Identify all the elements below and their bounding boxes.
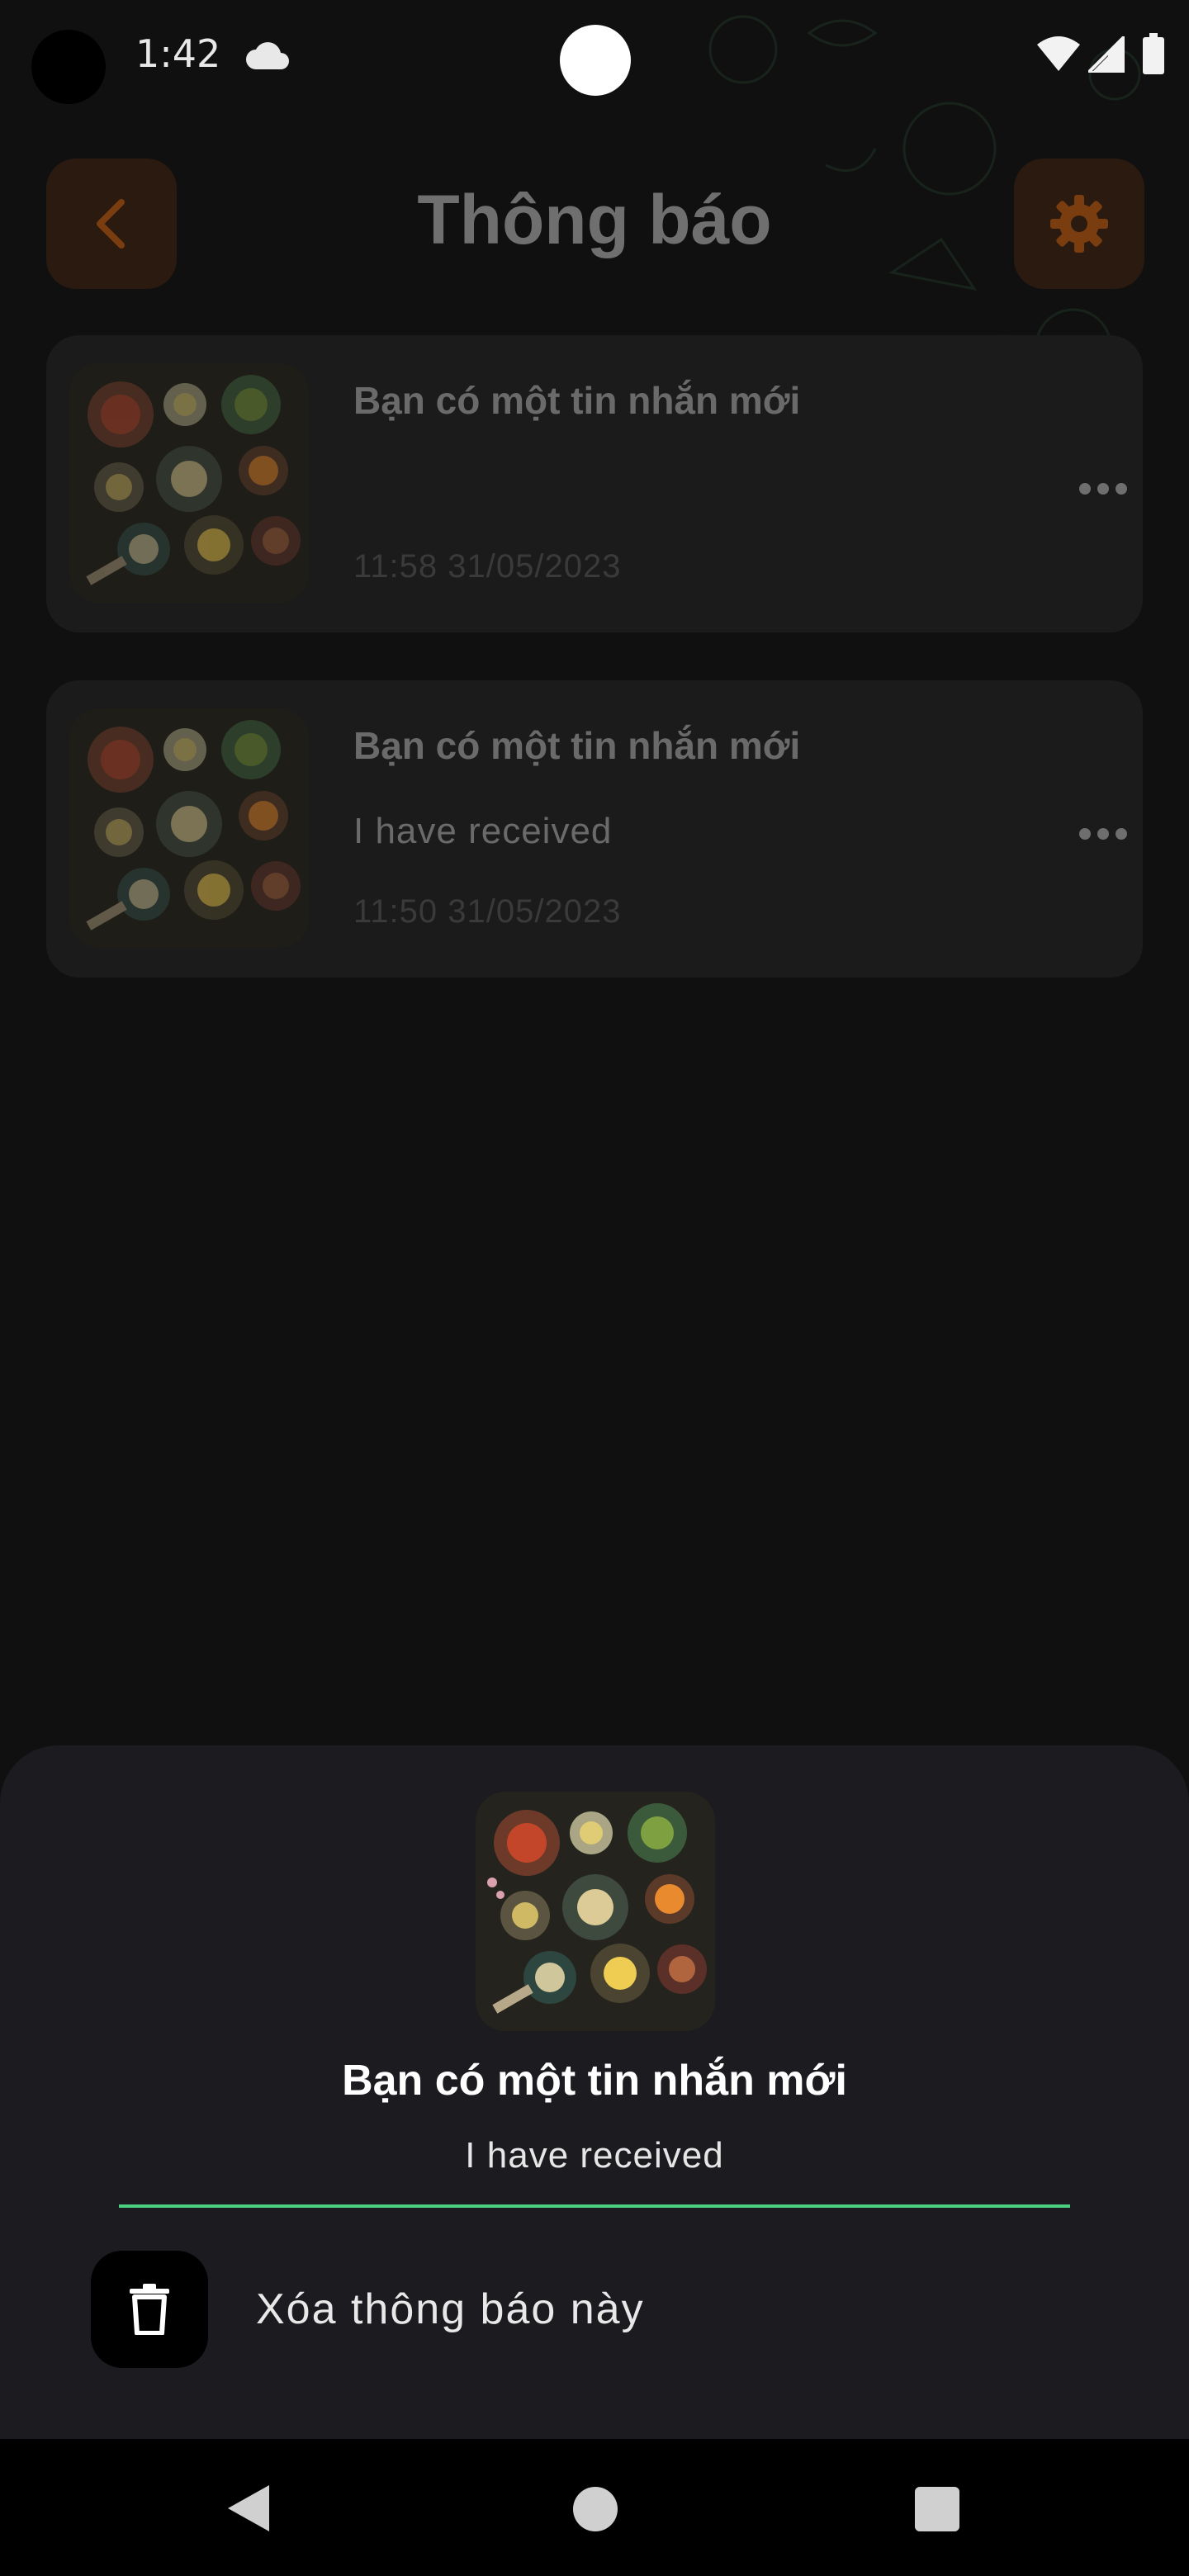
system-navigation-bar	[0, 2439, 1189, 2576]
cloud-icon	[246, 42, 289, 69]
trash-icon-container	[91, 2251, 208, 2368]
notification-body: I have received	[353, 811, 613, 851]
sheet-body: I have received	[465, 2135, 724, 2176]
page-title: Thông báo	[417, 181, 772, 258]
settings-button[interactable]	[1014, 159, 1144, 289]
notification-time: 11:50 31/05/2023	[353, 893, 622, 930]
nav-back-icon[interactable]	[225, 2484, 271, 2533]
notification-time: 11:58 31/05/2023	[353, 548, 622, 585]
trash-icon	[130, 2284, 169, 2335]
notification-card[interactable]: Bạn có một tin nhắn mới 11:58 31/05/2023	[46, 335, 1143, 632]
notification-thumbnail	[69, 708, 309, 948]
more-options-button[interactable]	[1070, 464, 1136, 514]
status-time: 1:42	[135, 31, 221, 76]
more-dots-icon-dot	[1116, 483, 1127, 495]
front-camera-punch-hole	[560, 25, 631, 96]
wifi-icon	[1037, 36, 1080, 71]
sheet-title: Bạn có một tin nhắn mới	[342, 2057, 847, 2105]
nav-recents-icon[interactable]	[915, 2487, 959, 2531]
camera-cutout	[31, 30, 106, 104]
notifications-screen: 1:42 Thông báo Bạn có một tin nhắn mới 1…	[0, 0, 1189, 2576]
notification-title: Bạn có một tin nhắn mới	[353, 379, 801, 422]
notification-bottom-sheet: Bạn có một tin nhắn mới I have received …	[0, 1745, 1189, 2439]
delete-notification-button[interactable]: Xóa thông báo này	[91, 2251, 1098, 2368]
gear-icon	[1050, 195, 1108, 253]
battery-icon	[1143, 33, 1164, 74]
signal-icon	[1088, 36, 1125, 73]
notification-card[interactable]: Bạn có một tin nhắn mới I have received …	[46, 680, 1143, 978]
food-platter-image	[69, 363, 309, 603]
sheet-divider	[119, 2204, 1070, 2208]
more-dots-icon	[1079, 828, 1091, 840]
delete-label: Xóa thông báo này	[256, 2285, 645, 2333]
more-dots-icon-dot	[1116, 828, 1127, 840]
notification-title: Bạn có một tin nhắn mới	[353, 724, 801, 767]
more-options-button[interactable]	[1070, 809, 1136, 859]
more-dots-icon-dot	[1097, 828, 1109, 840]
sheet-thumbnail	[476, 1792, 715, 2031]
notification-thumbnail	[69, 363, 309, 603]
food-platter-image	[69, 708, 309, 948]
more-dots-icon	[1079, 483, 1091, 495]
status-bar: 1:42	[0, 0, 1189, 116]
food-platter-image	[476, 1792, 715, 2031]
nav-home-icon[interactable]	[573, 2487, 618, 2531]
more-dots-icon-dot	[1097, 483, 1109, 495]
